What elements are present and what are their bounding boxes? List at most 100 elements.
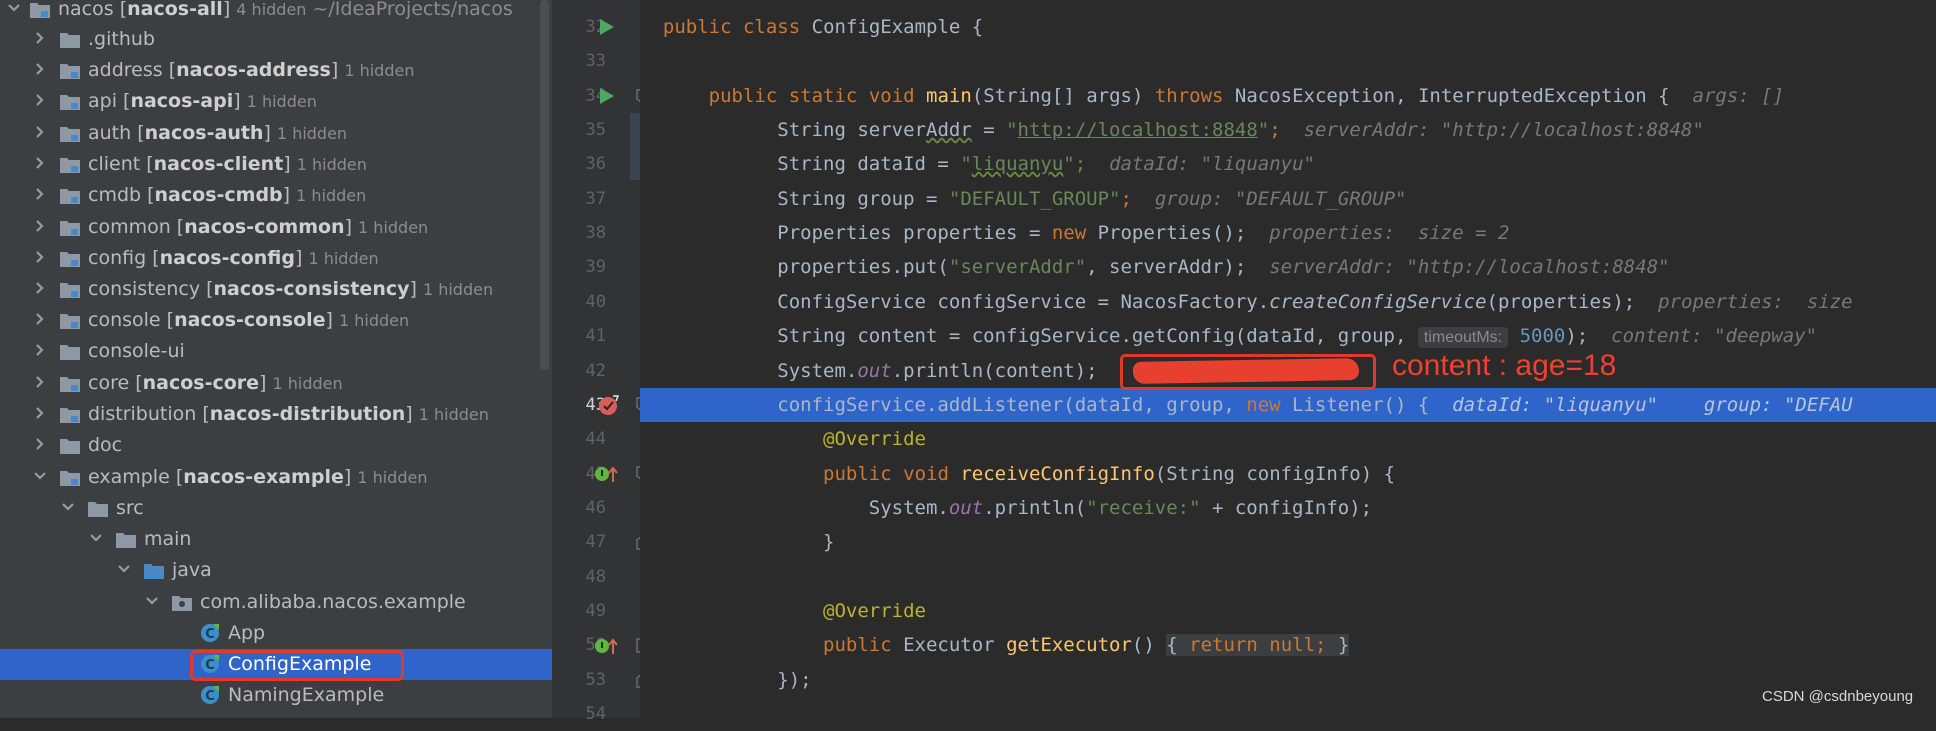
chevron-down-icon[interactable] [60,499,76,515]
tree-item-api[interactable]: api [nacos-api] 1 hidden [0,86,552,117]
chevron-right-icon[interactable] [32,436,48,452]
tree-item-doc[interactable]: doc [0,430,552,461]
line-number: 53 [585,670,606,690]
folded-region[interactable]: { return null; } [1166,634,1350,656]
tree-item-main[interactable]: main [0,524,552,555]
folder-icon [116,533,136,548]
chevron-down-icon[interactable] [32,468,48,484]
chevron-right-icon[interactable] [32,61,48,77]
inline-debug-hint: args: [] [1692,85,1785,107]
chevron-down-icon[interactable] [88,530,104,546]
tree-item-distribution[interactable]: distribution [nacos-distribution] 1 hidd… [0,399,552,430]
tree-scrollbar[interactable] [540,0,549,370]
module-folder-icon [60,408,80,423]
run-icon[interactable] [599,18,615,36]
tree-label: NamingExample [228,684,385,706]
chevron-right-icon[interactable] [32,124,48,140]
tree-label: doc [88,434,123,456]
chevron-down-icon[interactable] [116,561,132,577]
tree-label: distribution [nacos-distribution] 1 hidd… [88,403,489,425]
tree-label: common [nacos-common] 1 hidden [88,216,429,238]
chevron-right-icon[interactable] [32,374,48,390]
module-folder-icon [60,64,80,79]
inline-debug-hint: serverAddr: "http://localhost:8848" [1269,256,1670,278]
line-number: 41 [585,326,606,346]
module-folder-icon [60,377,80,392]
code-line-47: } [823,531,835,553]
tree-label: example [nacos-example] 1 hidden [88,466,428,488]
chevron-right-icon[interactable] [32,280,48,296]
tree-label: .github [88,28,155,50]
chevron-right-icon[interactable] [32,92,48,108]
chevron-down-icon[interactable] [144,593,160,609]
chevron-right-icon[interactable] [32,342,48,358]
code-line-40: ConfigService configService = NacosFacto… [777,291,1853,313]
tree-label: nacos [nacos-all] 4 hidden ~/IdeaProject… [58,0,513,20]
tree-item-namingexample[interactable]: C NamingExample [0,680,552,711]
breakpoint-icon[interactable] [598,394,620,416]
project-tree-panel: nacos [nacos-all] 4 hidden ~/IdeaProject… [0,0,552,718]
chevron-right-icon[interactable] [32,249,48,265]
code-line-46: System.out.println("receive:" + configIn… [868,497,1373,519]
inline-debug-hint: dataId: "liquanyu" [1109,153,1315,175]
tree-label: console-ui [88,340,185,362]
inline-debug-hint: serverAddr: "http://localhost:8848" [1303,119,1704,141]
annotation-text: content : age=18 [1392,349,1617,382]
tree-root-nacos[interactable]: nacos [nacos-all] 4 hidden ~/IdeaProject… [0,0,552,25]
chevron-right-icon[interactable] [32,311,48,327]
parameter-hint: timeoutMs: [1417,327,1509,348]
line-number: 47 [585,532,606,552]
module-folder-icon [60,221,80,236]
tree-item-client[interactable]: client [nacos-client] 1 hidden [0,149,552,180]
chevron-down-icon[interactable] [6,0,22,16]
tree-item-java[interactable]: java [0,555,552,586]
svg-text:C: C [205,689,215,704]
inline-debug-hint: group: "DEFAULT_GROUP" [1154,188,1407,210]
tree-item-core[interactable]: core [nacos-core] 1 hidden [0,368,552,399]
line-number: 33 [585,51,606,71]
inline-debug-hint: properties: size [1658,291,1853,313]
code-line-37: String group = "DEFAULT_GROUP"; group: "… [777,188,1407,210]
tree-item-consistency[interactable]: consistency [nacos-consistency] 1 hidden [0,274,552,305]
tree-label: java [172,559,212,581]
module-folder-icon [60,314,80,329]
tree-item-address[interactable]: address [nacos-address] 1 hidden [0,55,552,86]
tree-item-github[interactable]: .github [0,24,552,55]
chevron-right-icon[interactable] [32,30,48,46]
line-number: 35 [585,120,606,140]
line-number: 54 [585,704,606,724]
code-line-44: @Override [823,428,926,450]
red-highlight-box [1120,354,1376,390]
line-number: 40 [585,292,606,312]
code-line-38: Properties properties = new Properties()… [777,222,1510,244]
java-class-icon: C [201,686,219,704]
tree-item-example[interactable]: example [nacos-example] 1 hidden [0,462,552,493]
chevron-right-icon[interactable] [32,218,48,234]
implements-method-icon[interactable] [594,636,620,656]
module-folder-icon [60,252,80,267]
implements-method-icon[interactable] [594,464,620,484]
line-number: 36 [585,154,606,174]
code-line-39: properties.put("serverAddr", serverAddr)… [777,256,1670,278]
run-icon[interactable] [599,87,615,105]
tree-item-common[interactable]: common [nacos-common] 1 hidden [0,212,552,243]
code-line-41: String content = configService.getConfig… [777,325,1818,348]
tree-item-auth[interactable]: auth [nacos-auth] 1 hidden [0,118,552,149]
module-folder-icon [60,283,80,298]
folder-icon [60,33,80,48]
tree-item-console[interactable]: console [nacos-console] 1 hidden [0,305,552,336]
tree-item-config[interactable]: config [nacos-config] 1 hidden [0,243,552,274]
chevron-right-icon[interactable] [32,405,48,421]
code-line-32: public class ConfigExample { [662,16,984,38]
line-number: 42 [585,361,606,381]
code-line-53: }); [777,669,812,691]
tree-item-cmdb[interactable]: cmdb [nacos-cmdb] 1 hidden [0,180,552,211]
tree-item-app[interactable]: C App [0,618,552,649]
chevron-right-icon[interactable] [32,155,48,171]
inline-debug-hint: dataId: "liquanyu" group: "DEFAU [1452,394,1853,416]
package-icon [172,596,192,611]
tree-item-package[interactable]: com.alibaba.nacos.example [0,587,552,618]
tree-item-src[interactable]: src [0,493,552,524]
chevron-right-icon[interactable] [32,186,48,202]
tree-item-console-ui[interactable]: console-ui [0,336,552,367]
